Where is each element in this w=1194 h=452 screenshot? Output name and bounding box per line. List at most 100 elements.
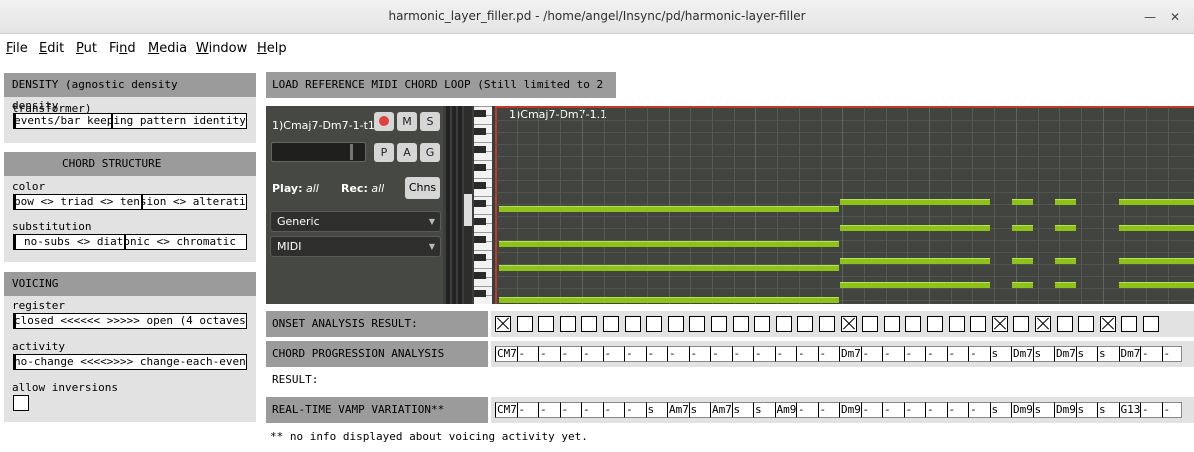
automation-button[interactable]: A: [397, 143, 417, 162]
onset-cell[interactable]: [689, 316, 706, 332]
onset-cell[interactable]: [1099, 316, 1116, 332]
midi-note[interactable]: [1012, 282, 1033, 288]
chord-cell[interactable]: s: [731, 402, 754, 418]
substitution-slider-knob[interactable]: [124, 235, 127, 249]
chord-cell[interactable]: -: [516, 346, 539, 362]
onset-cell[interactable]: [927, 316, 943, 332]
black-key[interactable]: [474, 110, 486, 117]
chord-cell[interactable]: s: [989, 346, 1012, 362]
color-slider[interactable]: pow <> triad <> tension <> alteration: [13, 194, 247, 210]
black-key[interactable]: [474, 218, 486, 225]
onset-cell[interactable]: [1056, 316, 1073, 332]
chord-cell[interactable]: -: [602, 346, 625, 362]
solo-button[interactable]: S: [420, 112, 440, 131]
midi-note[interactable]: [1012, 199, 1033, 205]
midi-note[interactable]: [1055, 282, 1076, 288]
chord-cell[interactable]: -: [624, 402, 647, 418]
chord-cell[interactable]: -: [1140, 402, 1163, 418]
channels-button[interactable]: Chns: [405, 177, 440, 199]
onset-cell[interactable]: [970, 316, 987, 332]
track-name[interactable]: 1)Cmaj7-Dm7-1-t1: [272, 119, 375, 132]
density-slider-knob[interactable]: [110, 114, 113, 128]
onset-cell[interactable]: [1121, 316, 1138, 332]
chord-cell[interactable]: -: [516, 402, 539, 418]
chord-cell[interactable]: -: [581, 402, 604, 418]
midi-note[interactable]: [499, 206, 839, 212]
chord-cell[interactable]: Dm7: [1011, 346, 1034, 362]
midi-note[interactable]: [840, 225, 990, 231]
onset-cell[interactable]: [624, 316, 641, 332]
menu-window[interactable]: Window: [196, 41, 247, 56]
scroll-strip[interactable]: [464, 106, 472, 304]
midi-note[interactable]: [1055, 199, 1076, 205]
chord-cell[interactable]: -: [946, 402, 969, 418]
chord-cell[interactable]: -: [968, 346, 991, 362]
chord-cell[interactable]: -: [731, 346, 754, 362]
chord-cell[interactable]: -: [774, 346, 797, 362]
chord-cell[interactable]: Am7: [667, 402, 690, 418]
onset-cell[interactable]: [1013, 316, 1030, 332]
chord-cell[interactable]: s: [989, 402, 1012, 418]
chord-cell[interactable]: -: [882, 402, 905, 418]
black-key[interactable]: [474, 182, 486, 189]
onset-cell[interactable]: [603, 316, 619, 332]
chord-cell[interactable]: Dm9: [1011, 402, 1034, 418]
register-slider-knob[interactable]: [14, 314, 16, 328]
playlist-button[interactable]: P: [374, 143, 394, 162]
onset-cell[interactable]: [948, 316, 965, 332]
black-key[interactable]: [474, 290, 486, 297]
onset-cell[interactable]: [538, 316, 555, 332]
onset-cell[interactable]: [905, 316, 922, 332]
chord-cell[interactable]: -: [581, 346, 604, 362]
chord-cell[interactable]: -: [903, 402, 926, 418]
mute-button[interactable]: M: [397, 112, 417, 131]
midi-note[interactable]: [1012, 225, 1033, 231]
chord-cell[interactable]: CM7: [495, 402, 518, 418]
fader-cap[interactable]: [350, 144, 353, 160]
chord-cell[interactable]: s: [1075, 402, 1098, 418]
chord-cell[interactable]: -: [667, 346, 690, 362]
activity-slider-knob[interactable]: [14, 355, 16, 369]
chord-cell[interactable]: s: [1097, 346, 1120, 362]
onset-cell[interactable]: [1078, 316, 1095, 332]
menu-edit[interactable]: Edit: [39, 41, 64, 56]
onset-cell[interactable]: [1143, 316, 1159, 332]
color-slider-knob[interactable]: [140, 195, 143, 209]
chord-cell[interactable]: Dm7: [1054, 346, 1077, 362]
black-key[interactable]: [474, 200, 486, 207]
midi-note[interactable]: [499, 297, 839, 303]
black-key[interactable]: [474, 254, 486, 261]
midi-note[interactable]: [1119, 225, 1194, 231]
piano-keyboard[interactable]: [474, 106, 492, 304]
chord-cell[interactable]: -: [860, 402, 883, 418]
onset-cell[interactable]: [667, 316, 684, 332]
chord-cell[interactable]: Dm9: [1054, 402, 1077, 418]
chord-cell[interactable]: s: [1097, 402, 1120, 418]
menu-file[interactable]: File: [6, 41, 28, 56]
chord-cell[interactable]: G13: [1118, 402, 1141, 418]
chord-cell[interactable]: Am7: [710, 402, 733, 418]
chord-cell[interactable]: -: [538, 402, 561, 418]
chord-cell[interactable]: -: [946, 346, 969, 362]
midi-note[interactable]: [1055, 258, 1076, 264]
instrument-dropdown[interactable]: Generic ▼: [270, 211, 441, 232]
black-key[interactable]: [474, 128, 486, 135]
chord-cell[interactable]: -: [559, 402, 582, 418]
chord-cell[interactable]: -: [817, 346, 840, 362]
onset-cell[interactable]: [732, 316, 749, 332]
black-key[interactable]: [474, 164, 486, 171]
chord-cell[interactable]: Dm9: [839, 402, 862, 418]
midi-note[interactable]: [840, 282, 990, 288]
chord-cell[interactable]: -: [753, 346, 776, 362]
chord-cell[interactable]: -: [710, 346, 733, 362]
chord-cell[interactable]: -: [1161, 402, 1182, 418]
black-key[interactable]: [474, 236, 486, 243]
midi-note[interactable]: [840, 258, 990, 264]
chord-cell[interactable]: -: [903, 346, 926, 362]
minimize-icon[interactable]: —: [1142, 9, 1158, 25]
menu-find[interactable]: Find: [109, 41, 136, 56]
chord-cell[interactable]: -: [1161, 346, 1182, 362]
onset-cell[interactable]: [516, 316, 533, 332]
onset-cell[interactable]: [883, 316, 900, 332]
activity-slider[interactable]: no-change <<<<>>>> change-each-event: [13, 354, 247, 370]
